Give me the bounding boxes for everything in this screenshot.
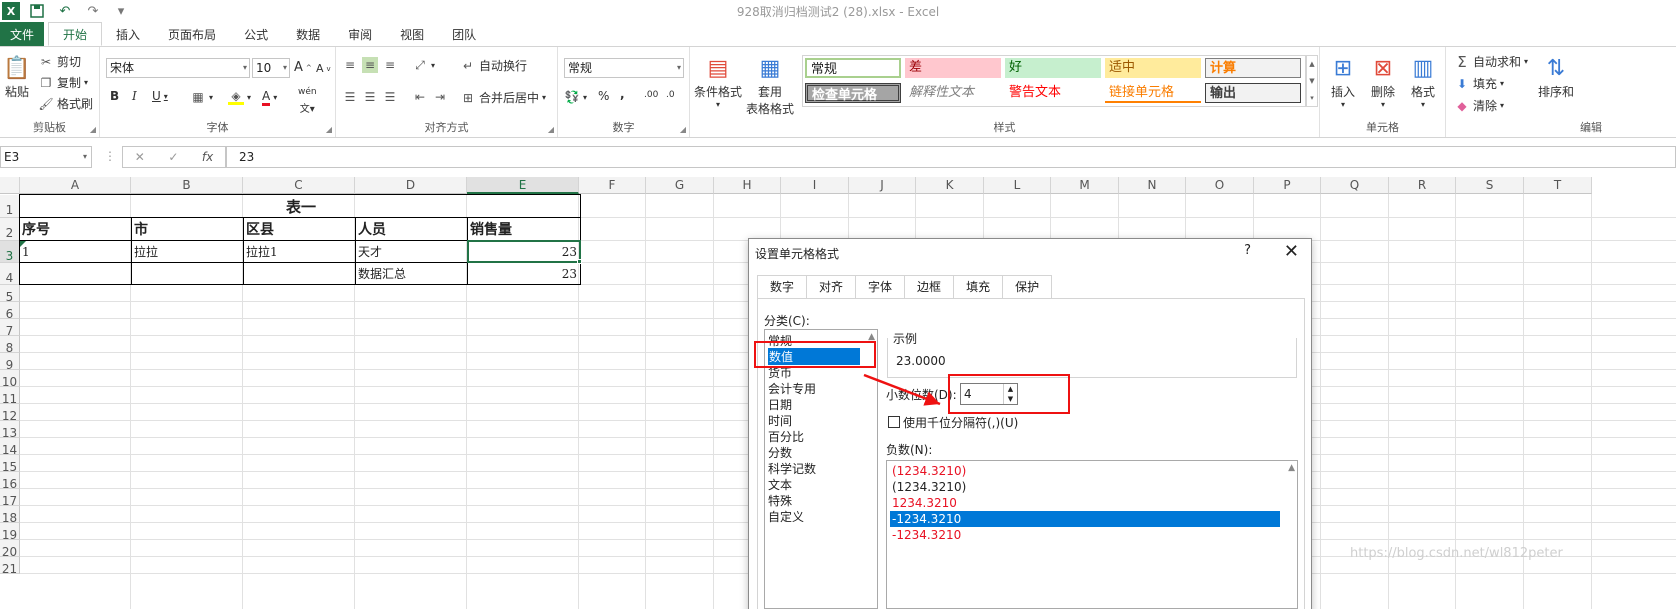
excel-window: X ↶ ↷ ▾ 928取消归档测试2 (28).xlsx - Excel 文件 … — [0, 0, 1676, 609]
watermark: https://blog.csdn.net/wl812peter — [1350, 546, 1563, 561]
annotation-arrow — [863, 373, 941, 406]
